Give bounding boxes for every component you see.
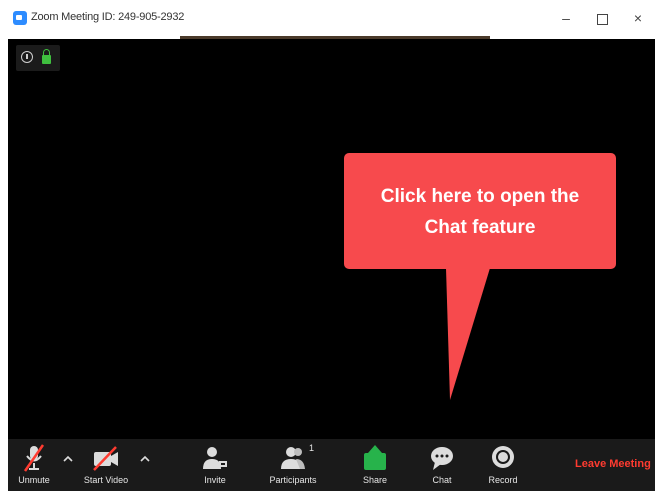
leave-meeting-button[interactable]: Leave Meeting bbox=[575, 458, 651, 470]
window-title: Zoom Meeting ID: 249-905-2932 bbox=[31, 11, 185, 23]
start-video-label: Start Video bbox=[83, 475, 129, 485]
zoom-app-icon bbox=[13, 11, 27, 25]
unmute-button[interactable]: Unmute bbox=[12, 439, 56, 491]
chat-button[interactable]: Chat bbox=[424, 439, 460, 491]
participants-button[interactable]: 1 Participants bbox=[263, 439, 323, 491]
info-icon[interactable] bbox=[21, 51, 33, 63]
invite-label: Invite bbox=[204, 475, 226, 485]
chat-callout: Click here to open the Chat feature bbox=[344, 153, 616, 269]
invite-icon bbox=[203, 447, 227, 469]
video-options-chevron-icon[interactable] bbox=[139, 453, 151, 465]
share-screen-button[interactable]: Share bbox=[357, 439, 393, 491]
participants-icon bbox=[281, 447, 305, 469]
record-label: Record bbox=[488, 475, 518, 485]
unmute-label: Unmute bbox=[18, 475, 50, 485]
audio-options-chevron-icon[interactable] bbox=[62, 453, 74, 465]
callout-pointer bbox=[446, 268, 490, 400]
record-button[interactable]: Record bbox=[483, 439, 523, 491]
record-icon bbox=[492, 446, 514, 468]
invite-button[interactable]: Invite bbox=[195, 439, 235, 491]
minimize-button[interactable]: – bbox=[551, 6, 581, 30]
participants-count: 1 bbox=[309, 443, 315, 453]
meeting-info-box[interactable] bbox=[16, 45, 60, 71]
start-video-button[interactable]: Start Video bbox=[80, 439, 132, 491]
chat-label: Chat bbox=[432, 475, 452, 485]
maximize-button[interactable] bbox=[587, 6, 617, 30]
lock-icon[interactable] bbox=[42, 49, 51, 64]
title-bar: Zoom Meeting ID: 249-905-2932 – × bbox=[0, 0, 658, 36]
chat-bubble-icon bbox=[431, 447, 453, 470]
participants-label: Participants bbox=[269, 475, 317, 485]
callout-line-2: Chat feature bbox=[424, 217, 536, 238]
share-screen-icon bbox=[364, 445, 386, 470]
meeting-toolbar: Unmute Start Video Invite 1 Participants… bbox=[8, 439, 655, 491]
zoom-window: Zoom Meeting ID: 249-905-2932 – × Click … bbox=[0, 0, 658, 493]
callout-line-1: Click here to open the bbox=[380, 186, 580, 207]
maximize-icon bbox=[596, 13, 608, 25]
video-off-icon bbox=[93, 446, 118, 471]
mic-muted-icon bbox=[23, 444, 45, 472]
close-button[interactable]: × bbox=[623, 6, 653, 30]
share-label: Share bbox=[362, 475, 388, 485]
